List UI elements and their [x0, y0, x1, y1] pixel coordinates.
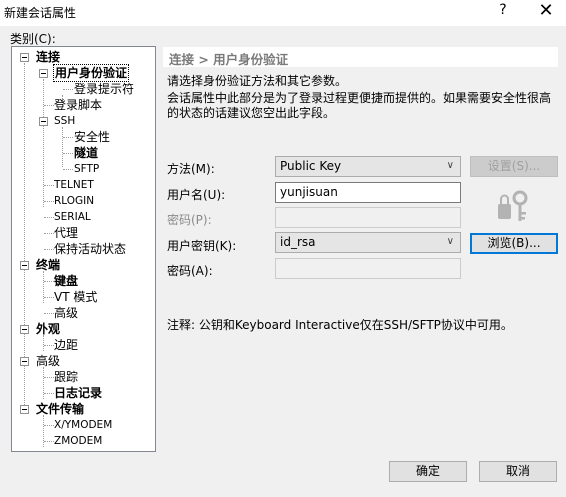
tree-item-security[interactable]: 安全性 — [74, 129, 110, 145]
tree-item-rlogin[interactable]: RLOGIN — [54, 193, 94, 209]
browse-button[interactable]: 浏览(B)... — [470, 233, 558, 254]
tree-item-appearance[interactable]: 外观 — [36, 321, 60, 337]
toggle-terminal[interactable] — [20, 261, 29, 270]
tree-item-xymodem[interactable]: X/YMODEM — [54, 417, 112, 433]
tree-item-telnet[interactable]: TELNET — [54, 177, 94, 193]
tree-item-file-transfer[interactable]: 文件传输 — [36, 401, 84, 417]
tree-item-ssh[interactable]: SSH — [54, 113, 75, 129]
password-label: 密码(P): — [167, 213, 212, 227]
chevron-down-icon: ∨ — [446, 236, 454, 247]
category-label: 类别(C): — [10, 32, 56, 46]
chevron-down-icon: ∨ — [446, 160, 454, 171]
breadcrumb: 连接 > 用户身份验证 — [163, 47, 558, 67]
tree-item-log[interactable]: 日志记录 — [54, 385, 102, 401]
passphrase-label: 密码(A): — [167, 264, 213, 278]
key-lock-icon — [498, 190, 528, 221]
userkey-select[interactable]: id_rsa ∨ — [275, 232, 461, 253]
tree-item-connection[interactable]: 连接 — [36, 49, 60, 65]
tree-item-login-script[interactable]: 登录脚本 — [54, 97, 102, 113]
toggle-user-auth[interactable] — [39, 69, 48, 78]
tree-item-margin[interactable]: 边距 — [54, 337, 78, 353]
note-text: 注释: 公钥和Keyboard Interactive仅在SSH/SFTP协议中… — [167, 318, 513, 332]
description-line2: 会话属性中此部分是为了登录过程更便捷而提供的。如果需要安全性很高的状态的话建议您… — [167, 91, 552, 120]
close-button[interactable]: ✕ — [535, 0, 557, 21]
help-button[interactable]: ? — [493, 2, 513, 18]
tree-item-keepalive[interactable]: 保持活动状态 — [54, 241, 126, 257]
tree-item-zmodem[interactable]: ZMODEM — [54, 433, 102, 449]
ok-button[interactable]: 确定 — [389, 461, 467, 482]
userkey-label: 用户密钥(K): — [167, 239, 237, 253]
tree-item-sftp[interactable]: SFTP — [74, 161, 99, 177]
userkey-value: id_rsa — [280, 235, 316, 249]
tree-item-trace[interactable]: 跟踪 — [54, 369, 78, 385]
tree-item-tunnel[interactable]: 隧道 — [74, 145, 98, 161]
category-tree[interactable]: 连接 用户身份验证 登录提示符 登录脚本 SSH 安全性 隧道 SFTP TEL… — [11, 46, 156, 452]
tree-item-advanced2[interactable]: 高级 — [36, 353, 60, 369]
method-select[interactable]: Public Key ∨ — [275, 156, 461, 177]
password-input[interactable] — [275, 207, 461, 228]
tree-item-user-auth[interactable]: 用户身份验证 — [52, 64, 130, 82]
tree-item-terminal[interactable]: 终端 — [36, 257, 60, 273]
cancel-button[interactable]: 取消 — [479, 461, 557, 482]
toggle-ssh[interactable] — [39, 117, 48, 126]
tree-item-login-prompt[interactable]: 登录提示符 — [74, 81, 134, 97]
username-input[interactable]: yunjisuan — [275, 182, 461, 203]
tree-item-vt-mode[interactable]: VT 模式 — [54, 289, 97, 305]
tree-item-serial[interactable]: SERIAL — [54, 209, 91, 225]
username-label: 用户名(U): — [167, 188, 226, 202]
tree-item-proxy[interactable]: 代理 — [54, 225, 78, 241]
window-title: 新建会话属性 — [4, 6, 77, 20]
tree-item-advanced[interactable]: 高级 — [54, 305, 78, 321]
toggle-connection[interactable] — [20, 53, 29, 62]
description-line1: 请选择身份验证方法和其它参数。 — [167, 74, 348, 88]
toggle-file-transfer[interactable] — [20, 405, 29, 414]
settings-button[interactable]: 设置(S)... — [470, 156, 558, 177]
passphrase-input[interactable] — [275, 258, 461, 279]
title-bar: 新建会话属性 ? ✕ — [0, 0, 566, 26]
method-value: Public Key — [280, 159, 342, 173]
method-label: 方法(M): — [167, 162, 215, 176]
tree-item-keyboard[interactable]: 键盘 — [54, 273, 78, 289]
toggle-appearance[interactable] — [20, 325, 29, 334]
toggle-advanced[interactable] — [20, 357, 29, 366]
